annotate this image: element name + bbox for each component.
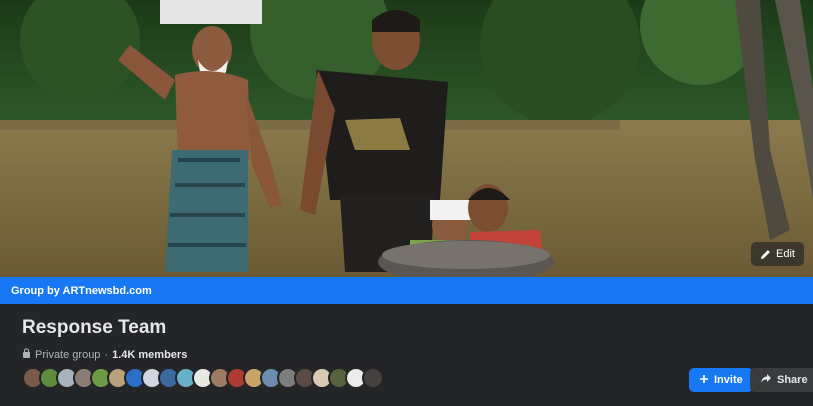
edit-cover-button[interactable]: Edit	[751, 242, 804, 266]
pencil-icon	[760, 249, 771, 260]
share-label: Share	[777, 374, 808, 386]
invite-label: Invite	[714, 374, 743, 386]
share-button[interactable]: Share	[750, 368, 813, 392]
plus-icon	[699, 374, 709, 387]
share-arrow-icon	[760, 373, 772, 387]
privacy-label: Private group	[35, 348, 101, 361]
invite-button[interactable]: Invite	[689, 368, 753, 392]
group-owner-banner[interactable]: Group by ARTnewsbd.com	[0, 277, 813, 304]
cover-photo-image	[0, 0, 813, 277]
edit-cover-label: Edit	[776, 248, 795, 260]
member-count[interactable]: 1.4K members	[112, 349, 187, 361]
group-owner-label: Group by ARTnewsbd.com	[11, 284, 152, 297]
member-avatars	[22, 367, 384, 389]
group-privacy-row: Private group · 1.4K members	[22, 348, 187, 361]
group-info-panel: Response Team Private group · 1.4K membe…	[0, 304, 813, 406]
group-cover-photo: Edit	[0, 0, 813, 277]
separator-dot: ·	[104, 348, 109, 361]
avatar[interactable]	[362, 367, 384, 389]
group-title: Response Team	[22, 317, 167, 338]
lock-icon	[22, 348, 31, 361]
